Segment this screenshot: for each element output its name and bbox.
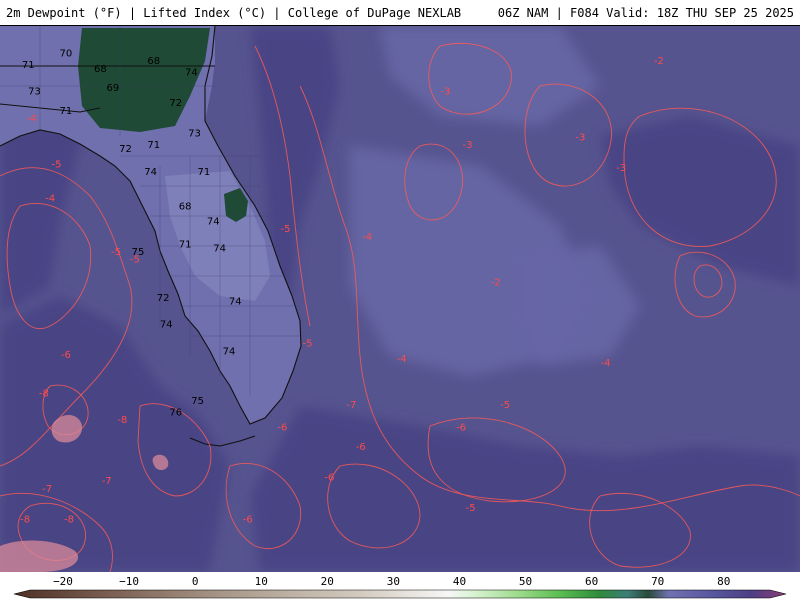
lifted-index-label: -4	[601, 358, 611, 369]
lifted-index-label: -5	[52, 159, 62, 170]
dewpoint-label: 71	[60, 106, 73, 117]
lifted-index-label: -8	[39, 388, 49, 399]
dewpoint-label: 74	[223, 346, 236, 357]
lifted-index-label: -5	[500, 400, 510, 411]
colorbar-tick-label: 80	[717, 575, 730, 588]
lifted-index-label: -5	[303, 339, 313, 350]
colorbar-tick-label: 10	[255, 575, 268, 588]
dewpoint-label: 68	[94, 64, 107, 75]
lifted-index-label: -4	[45, 194, 55, 205]
model-valid-time: 06Z NAM | F084 Valid: 18Z THU SEP 25 202…	[497, 6, 794, 20]
lifted-index-label: -5	[466, 503, 476, 514]
lifted-index-label: -3	[575, 133, 585, 144]
dewpoint-label: 73	[28, 87, 41, 98]
dewpoint-label: 74	[229, 297, 242, 308]
lifted-index-label: -8	[117, 415, 127, 426]
lifted-index-label: -5	[281, 224, 291, 235]
colorbar-tick-label: 50	[519, 575, 532, 588]
dewpoint-label: 71	[147, 140, 160, 151]
dewpoint-label: 68	[179, 201, 192, 212]
lifted-index-label: -4	[362, 232, 372, 243]
lifted-index-label: -6	[456, 423, 466, 434]
dewpoint-label: 70	[60, 49, 73, 60]
dewpoint-label: 69	[107, 83, 120, 94]
lifted-index-label: -7	[346, 400, 356, 411]
dewpoint-label: 74	[160, 320, 173, 331]
colorbar-strip	[13, 589, 787, 599]
dewpoint-label: 72	[169, 98, 182, 109]
colorbar-tick-label: −10	[119, 575, 139, 588]
lifted-index-label: -2	[654, 56, 664, 67]
lifted-index-label: -3	[463, 140, 473, 151]
lifted-index-label: -3	[441, 87, 451, 98]
lifted-index-label: -8	[64, 514, 74, 525]
lifted-index-label: -6	[243, 514, 253, 525]
colorbar-tick-label: 60	[585, 575, 598, 588]
forecast-map: 71707368686974717273717274 71687471 747572…	[0, 26, 800, 572]
lifted-index-label: -6	[324, 472, 334, 483]
dewpoint-label: 73	[188, 129, 201, 140]
dewpoint-label: 75	[191, 396, 204, 407]
dewpoint-label: 68	[147, 56, 160, 67]
lifted-index-label: -6	[61, 350, 71, 361]
lifted-index-label: -7	[42, 484, 52, 495]
map-header: 2m Dewpoint (°F) | Lifted Index (°C) | C…	[0, 0, 800, 26]
lifted-index-label: -8	[20, 514, 30, 525]
dewpoint-label: 74	[207, 217, 220, 228]
dewpoint-label: 76	[169, 408, 182, 419]
lifted-index-label: -6	[356, 442, 366, 453]
lifted-index-label: -5	[111, 247, 121, 258]
product-title: 2m Dewpoint (°F) | Lifted Index (°C) | C…	[6, 6, 462, 20]
lifted-index-label: -7	[102, 476, 112, 487]
dewpoint-label: 71	[22, 60, 35, 71]
colorbar-tick-label: 70	[651, 575, 664, 588]
lifted-index-label: -2	[491, 278, 501, 289]
lifted-index-label: -3	[616, 163, 626, 174]
dewpoint-label: 72	[157, 293, 170, 304]
dewpoint-label: 74	[185, 68, 198, 79]
colorbar-tick-label: 40	[453, 575, 466, 588]
lifted-index-label: -4	[397, 354, 407, 365]
colorbar-tick-label: 20	[321, 575, 334, 588]
dewpoint-label: 74	[213, 243, 226, 254]
lifted-index-label: -4	[26, 114, 36, 125]
colorbar-legend: −20 −10 0 10 20 30 40 50 60 70 80	[0, 572, 800, 600]
dewpoint-colorbar: −20 −10 0 10 20 30 40 50 60 70 80	[13, 575, 787, 599]
dewpoint-label: 71	[179, 240, 192, 251]
colorbar-tick-label: 0	[192, 575, 199, 588]
dewpoint-label: 74	[144, 167, 157, 178]
lifted-index-label: -5	[130, 255, 140, 266]
colorbar-tick-label: −20	[53, 575, 73, 588]
lifted-index-label: -6	[277, 423, 287, 434]
colorbar-tick-label: 30	[387, 575, 400, 588]
dewpoint-label: 71	[198, 167, 211, 178]
dewpoint-label: 72	[119, 144, 132, 155]
